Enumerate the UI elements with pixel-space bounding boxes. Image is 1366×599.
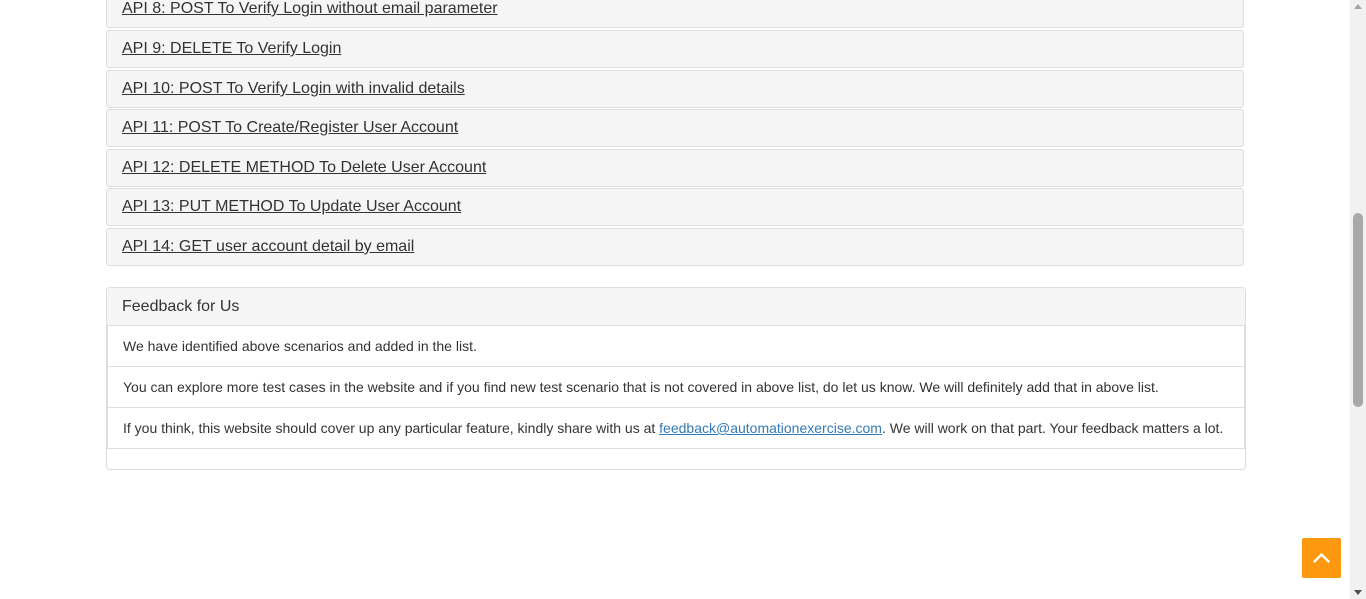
feedback-line-3: If you think, this website should cover … [107, 408, 1245, 449]
feedback-panel: Feedback for Us We have identified above… [106, 287, 1246, 470]
scrollbar-thumb[interactable] [1353, 213, 1363, 407]
feedback-line-2: You can explore more test cases in the w… [107, 367, 1245, 408]
page: API 8: POST To Verify Login without emai… [0, 0, 1350, 599]
api-link-14[interactable]: API 14: GET user account detail by email [122, 238, 414, 256]
feedback-heading: Feedback for Us [107, 288, 1245, 326]
api-link-9[interactable]: API 9: DELETE To Verify Login [122, 40, 341, 58]
api-panel-8: API 8: POST To Verify Login without emai… [106, 0, 1244, 28]
feedback-line-3-end: . We will work on that part. Your feedba… [881, 420, 1224, 436]
feedback-email-link[interactable]: feedback@automationexercise.com [659, 420, 882, 436]
feedback-line-3-text: If you think, this website should cover … [123, 420, 660, 436]
scroll-up-button[interactable] [1302, 538, 1341, 578]
api-panel-10: API 10: POST To Verify Login with invali… [106, 70, 1244, 108]
vertical-scrollbar[interactable] [1350, 0, 1366, 599]
api-panel-12: API 12: DELETE METHOD To Delete User Acc… [106, 149, 1244, 187]
chevron-up-icon [1313, 553, 1330, 563]
api-link-8[interactable]: API 8: POST To Verify Login without emai… [122, 0, 498, 18]
scrollbar-down-arrow-icon[interactable] [1354, 590, 1362, 595]
api-panel-14: API 14: GET user account detail by email [106, 228, 1244, 266]
api-panel-13: API 13: PUT METHOD To Update User Accoun… [106, 188, 1244, 226]
api-panel-11: API 11: POST To Create/Register User Acc… [106, 109, 1244, 147]
api-panel-9: API 9: DELETE To Verify Login [106, 30, 1244, 68]
feedback-line-1: We have identified above scenarios and a… [107, 326, 1245, 367]
api-link-10[interactable]: API 10: POST To Verify Login with invali… [122, 80, 465, 98]
api-link-11[interactable]: API 11: POST To Create/Register User Acc… [122, 119, 458, 137]
scrollbar-up-arrow-icon[interactable] [1354, 4, 1362, 9]
api-link-13[interactable]: API 13: PUT METHOD To Update User Accoun… [122, 198, 461, 216]
api-link-12[interactable]: API 12: DELETE METHOD To Delete User Acc… [122, 159, 486, 177]
